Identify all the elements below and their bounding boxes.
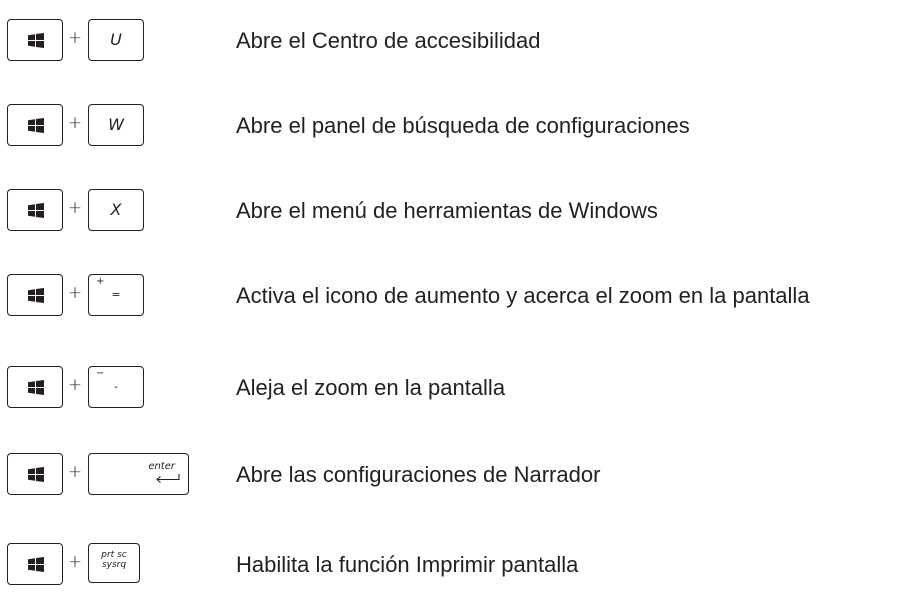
shortcut-row: + W Abre el panel de búsqueda de configu… (0, 104, 914, 148)
shortcut-row: + X Abre el menú de herramientas de Wind… (0, 189, 914, 233)
plus-sign: + (67, 552, 83, 572)
shortcut-row: + prt sc sysrq Habilita la función Impri… (0, 543, 914, 587)
windows-key (7, 19, 63, 61)
windows-logo-icon (28, 203, 44, 218)
windows-logo-icon (28, 467, 44, 482)
windows-key (7, 189, 63, 231)
key-top-label: + (96, 276, 105, 287)
shortcut-row: + U Abre el Centro de accesibilidad (0, 19, 914, 63)
key-top-label: − (96, 368, 105, 379)
windows-logo-icon (28, 118, 44, 133)
shortcut-row: + − - Aleja el zoom en la pantalla (0, 366, 914, 410)
key-top-label: prt sc (101, 550, 127, 560)
minus-key: − - (88, 366, 144, 408)
shortcut-row: + + = Activa el icono de aumento y acerc… (0, 274, 914, 318)
windows-logo-icon (28, 380, 44, 395)
plus-sign: + (67, 113, 83, 133)
enter-arrow-icon (156, 474, 180, 483)
plus-sign: + (67, 198, 83, 218)
key-label: - (114, 380, 118, 393)
shortcut-description: Habilita la función Imprimir pantalla (236, 552, 579, 577)
plus-sign: + (67, 462, 83, 482)
shortcut-row: + enter Abre las configuraciones de Narr… (0, 453, 914, 497)
letter-key: X (88, 189, 144, 231)
plus-sign: + (67, 28, 83, 48)
windows-key (7, 104, 63, 146)
letter-key: W (88, 104, 144, 146)
key-label: U (110, 30, 122, 49)
shortcut-description: Abre el panel de búsqueda de configuraci… (236, 113, 690, 138)
windows-key (7, 274, 63, 316)
enter-key: enter (88, 453, 189, 495)
shortcut-description: Abre las configuraciones de Narrador (236, 462, 601, 487)
shortcut-description: Activa el icono de aumento y acerca el z… (236, 283, 810, 308)
key-bottom-label: sysrq (101, 560, 127, 570)
key-label: = (111, 288, 121, 301)
letter-key: U (88, 19, 144, 61)
windows-logo-icon (28, 557, 44, 572)
key-label: X (110, 200, 122, 219)
plus-equals-key: + = (88, 274, 144, 316)
windows-logo-icon (28, 33, 44, 48)
windows-key (7, 366, 63, 408)
key-label: W (108, 115, 124, 134)
key-label: enter (148, 461, 175, 472)
shortcut-description: Abre el Centro de accesibilidad (236, 28, 541, 53)
windows-key (7, 543, 63, 585)
shortcut-description: Aleja el zoom en la pantalla (236, 375, 506, 400)
windows-logo-icon (28, 288, 44, 303)
plus-sign: + (67, 375, 83, 395)
windows-key (7, 453, 63, 495)
plus-sign: + (67, 283, 83, 303)
print-screen-key: prt sc sysrq (88, 543, 140, 583)
shortcut-description: Abre el menú de herramientas de Windows (236, 198, 658, 223)
